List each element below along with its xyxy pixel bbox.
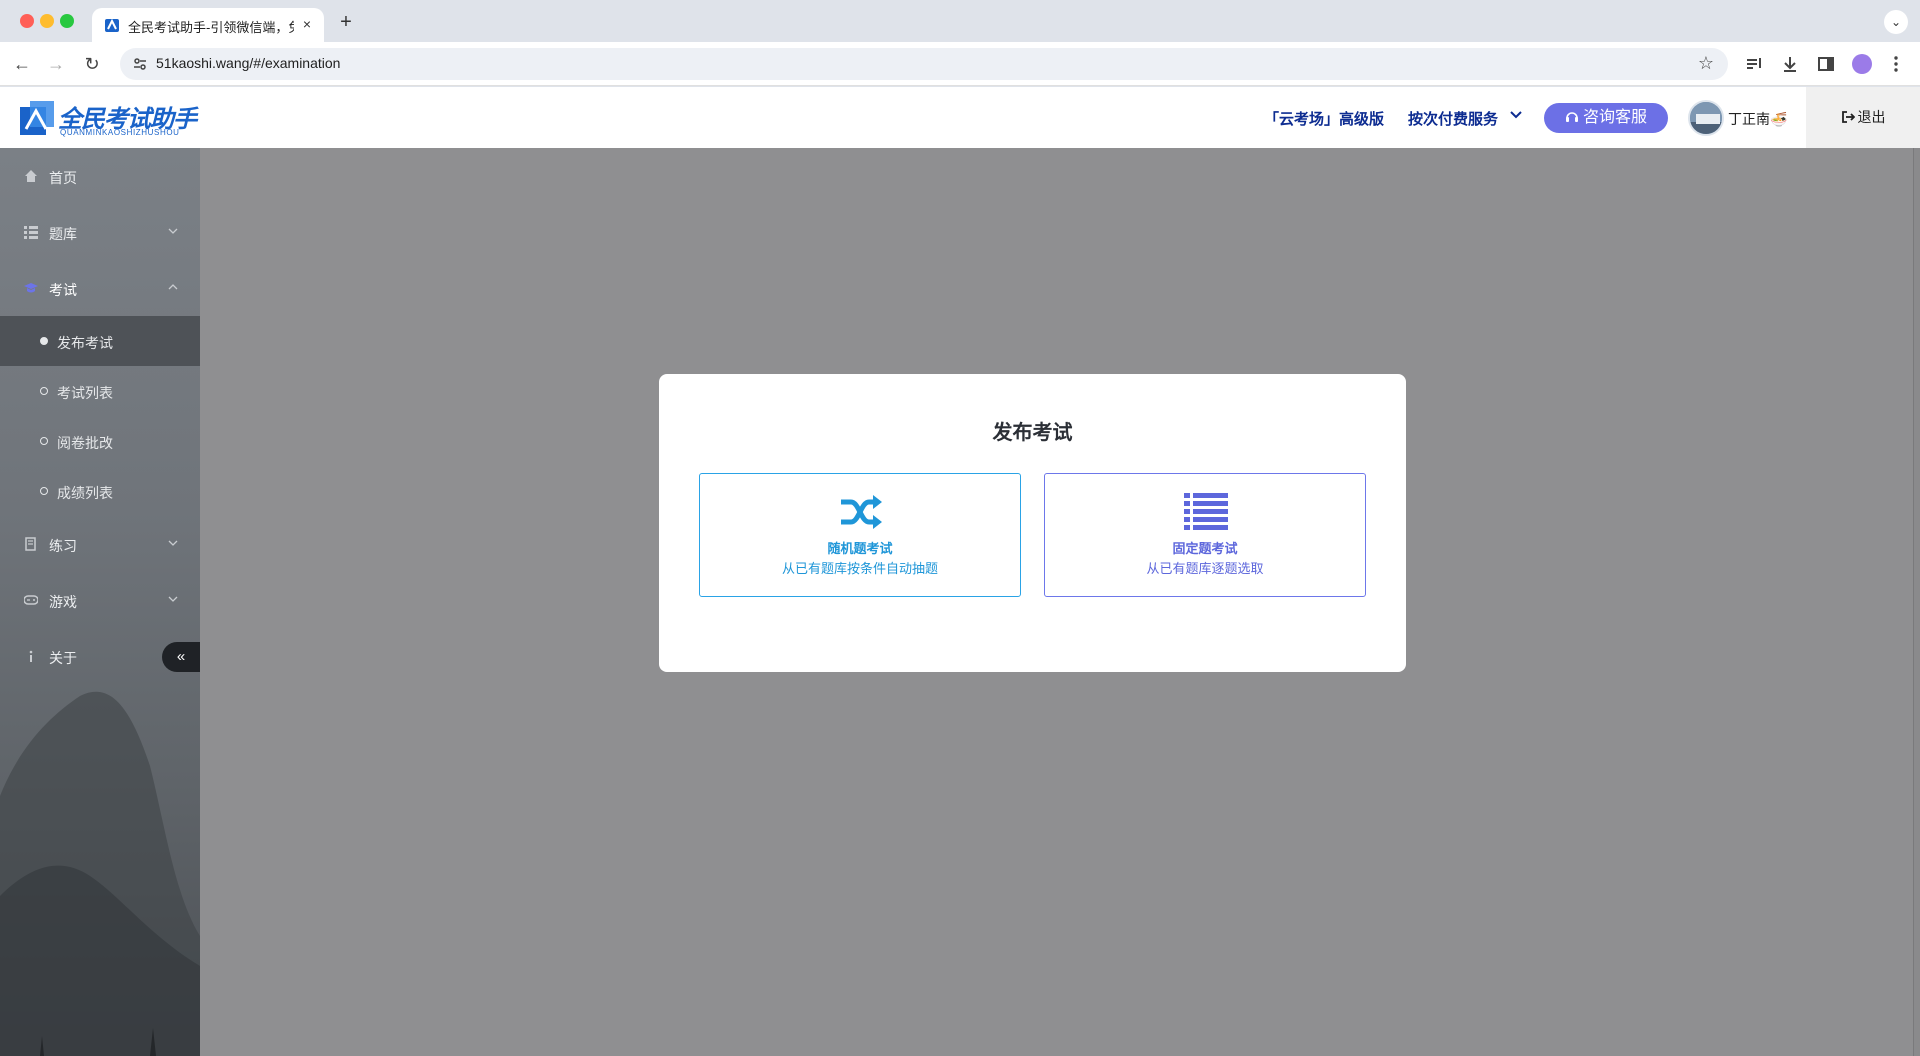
sidebar-subitem-publish-exam[interactable]: 发布考试 [0,316,200,366]
close-window-button[interactable] [20,14,34,28]
profile-icon[interactable] [1852,54,1872,74]
sidebar-item-label: 题库 [49,226,77,242]
bullet-icon [40,337,48,345]
download-icon[interactable] [1780,54,1800,74]
sidebar-subitem-grading[interactable]: 阅卷批改 [0,416,200,466]
sidebar-item-practice[interactable]: 练习 [0,516,200,572]
cloud-exam-link[interactable]: 「云考场」高级版 [1264,108,1384,129]
option-description: 从已有题库按条件自动抽题 [781,561,938,576]
bullet-icon [40,387,48,395]
forward-icon[interactable]: → [44,52,68,76]
dialog-title: 发布考试 [992,422,1073,444]
grid-icon [24,226,38,239]
sidebar-subitem-score-list[interactable]: 成绩列表 [0,466,200,516]
sidebar-subitem-label: 发布考试 [57,335,113,351]
site-settings-icon[interactable] [132,56,148,72]
minimize-window-button[interactable] [40,14,54,28]
sidebar-subitem-label: 成绩列表 [57,485,113,501]
consult-button-label: 咨询客服 [1582,109,1647,126]
sidebar-item-label: 首页 [49,170,77,186]
graduation-cap-icon [24,283,38,293]
sidebar-item-question-bank[interactable]: 题库 [0,204,200,260]
url-text[interactable]: 51kaoshi.wang/#/examination [156,55,340,71]
publish-exam-dialog: 发布考试 随机题考试 从已有题库按条件自动抽题 固定题考试 从已有题库逐题选取 [659,374,1406,672]
logout-label: 退出 [1857,109,1886,125]
sidebar-item-label: 游戏 [49,594,77,610]
sidebar-item-label: 练习 [49,538,77,554]
info-icon [29,650,33,662]
back-icon[interactable]: ← [10,52,34,76]
logo-subtitle: QUANMINKAOSHIZHUSHOU [60,128,180,137]
sidebar-item-label: 考试 [49,282,77,298]
avatar-image [1690,102,1722,134]
bullet-icon [40,437,48,445]
home-icon [25,170,37,182]
sidebar-background-image [0,691,200,1056]
shuffle-icon [841,495,882,529]
address-bar[interactable]: 51kaoshi.wang/#/examination ☆ [120,48,1728,80]
chevron-down-icon [168,596,178,602]
option-description: 从已有题库逐题选取 [1146,561,1264,576]
username[interactable]: 丁正南🍜 [1728,109,1787,129]
sidebar-item-home[interactable]: 首页 [0,148,200,204]
sidebar-item-game[interactable]: 游戏 [0,572,200,628]
gamepad-icon [24,595,38,605]
chevron-down-icon[interactable] [1510,109,1522,121]
headset-icon [1565,112,1578,122]
option-name: 随机题考试 [827,541,893,556]
site-favicon-icon [105,18,119,32]
logo[interactable]: 全民考试助手 QUANMINKAOSHIZHUSHOU [20,95,200,141]
chevron-down-icon [168,228,178,234]
sidebar-subitem-label: 阅卷批改 [57,435,113,451]
side-panel-icon[interactable] [1816,54,1836,74]
menu-icon[interactable] [1886,54,1906,74]
list-icon [1184,493,1228,530]
new-tab-button[interactable]: + [334,10,358,34]
reading-list-icon[interactable] [1744,54,1764,74]
sidebar-subitem-exam-list[interactable]: 考试列表 [0,366,200,416]
page-scrollbar[interactable] [1913,148,1920,1056]
browser-tab[interactable]: 全民考试助手-引领微信端，免费 × [92,8,324,42]
tab-title: 全民考试助手-引领微信端，免费 [128,20,294,35]
chevron-up-icon [168,284,178,290]
bookmark-star-icon[interactable]: ☆ [1698,53,1714,74]
sidebar: 首页 题库 考试 发布考试 考试列表 阅卷批改 成绩列表 练习 游戏 关于 « [0,148,200,1056]
logo-mark-icon [20,101,54,135]
logout-button[interactable]: 退出 [1806,87,1920,148]
browser-tab-bar: 全民考试助手-引领微信端，免费 × + ⌄ [0,0,1920,42]
maximize-window-button[interactable] [60,14,74,28]
app-header: 全民考试助手 QUANMINKAOSHIZHUSHOU 「云考场」高级版 按次付… [0,87,1920,148]
random-exam-option[interactable]: 随机题考试 从已有题库按条件自动抽题 [699,473,1021,597]
avatar[interactable] [1688,100,1724,136]
consult-service-button[interactable]: 咨询客服 [1544,103,1668,133]
fixed-exam-option[interactable]: 固定题考试 从已有题库逐题选取 [1044,473,1366,597]
sidebar-item-label: 关于 [49,650,77,666]
bullet-icon [40,487,48,495]
browser-toolbar: ← → ↻ 51kaoshi.wang/#/examination ☆ [0,42,1920,86]
pay-service-menu[interactable]: 按次付费服务 [1408,108,1498,129]
option-name: 固定题考试 [1172,541,1238,556]
tab-close-icon[interactable]: × [298,15,316,33]
sidebar-item-exam[interactable]: 考试 [0,260,200,316]
logout-icon [1841,111,1855,123]
chevron-down-icon [168,540,178,546]
tab-search-icon[interactable]: ⌄ [1884,10,1908,34]
reload-icon[interactable]: ↻ [80,52,104,76]
sidebar-collapse-button[interactable]: « [162,642,200,672]
book-icon [25,537,36,551]
sidebar-subitem-label: 考试列表 [57,385,113,401]
